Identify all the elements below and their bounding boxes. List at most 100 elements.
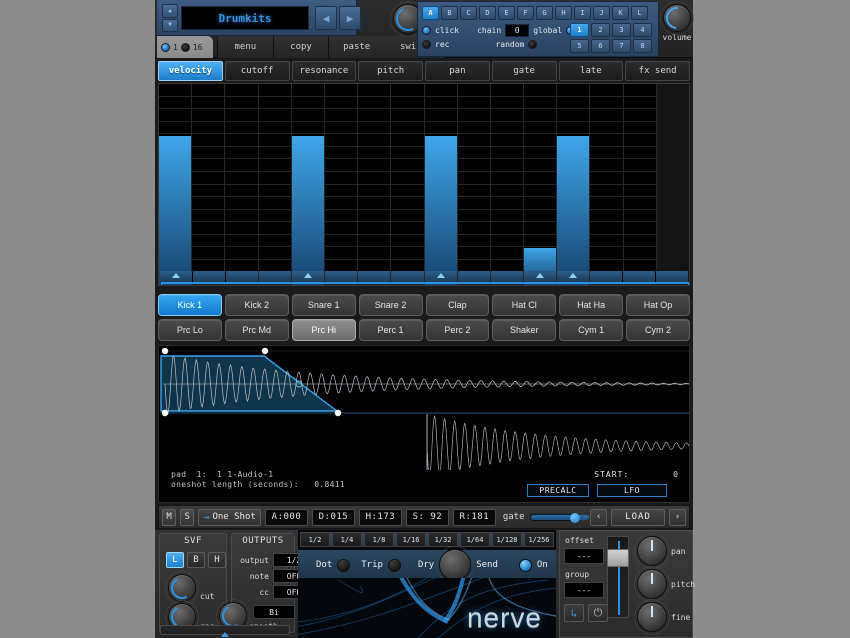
fader-handle[interactable]: [607, 549, 629, 567]
page-1-led-icon[interactable]: [161, 42, 170, 52]
step-column-2[interactable]: [192, 84, 226, 285]
step-columns[interactable]: [159, 84, 689, 285]
spinner-up-icon[interactable]: ▲: [162, 4, 178, 18]
step-column-16[interactable]: [656, 84, 689, 285]
tab-fx-send[interactable]: fx send: [625, 61, 690, 81]
drum-pad-perc-1[interactable]: Perc 1: [358, 319, 423, 341]
start-value[interactable]: 0: [635, 470, 679, 479]
lfo-button[interactable]: LFO: [597, 484, 667, 497]
precalc-button[interactable]: PRECALC: [527, 484, 589, 497]
volume-knob[interactable]: [660, 1, 694, 35]
step-handle-11[interactable]: [490, 271, 523, 282]
step-handle-12[interactable]: [523, 271, 556, 282]
tab-late[interactable]: late: [558, 61, 624, 81]
group-value[interactable]: ---: [564, 582, 604, 598]
pattern-button-j[interactable]: J: [593, 6, 610, 20]
tab-gate[interactable]: gate: [491, 61, 557, 81]
pattern-number-8[interactable]: 8: [633, 39, 652, 53]
tab-pitch[interactable]: pitch: [358, 61, 423, 81]
load-button[interactable]: LOAD: [611, 508, 665, 526]
step-handle-1[interactable]: [160, 271, 193, 282]
sustain-field[interactable]: S: 92: [405, 508, 449, 526]
load-next-button[interactable]: ›: [668, 508, 687, 526]
attack-field[interactable]: A:000: [264, 508, 308, 526]
drum-pad-grid[interactable]: Kick 1 Kick 2 Snare 1 Snare 2 Clap Hat Cl Hat …: [158, 294, 690, 342]
pattern-number-7[interactable]: 7: [612, 39, 631, 53]
dry-send-knob[interactable]: [436, 546, 475, 584]
step-column-15[interactable]: [624, 84, 657, 285]
pitch-knob[interactable]: [634, 566, 670, 602]
on-led-icon[interactable]: [518, 558, 532, 572]
step-handle-4[interactable]: [259, 271, 292, 282]
copy-button[interactable]: copy: [274, 36, 330, 58]
drum-pad-prc-hi[interactable]: Prc Hi: [291, 319, 356, 341]
step-handle-8[interactable]: [391, 271, 424, 282]
gate-slider-handle[interactable]: [570, 512, 581, 523]
horizontal-scrollbar[interactable]: [160, 625, 290, 637]
load-prev-button[interactable]: ‹: [590, 508, 608, 526]
page-16-led-icon[interactable]: [180, 42, 190, 52]
pattern-button-b[interactable]: B: [441, 6, 458, 20]
step-handle-14[interactable]: [589, 271, 622, 282]
paste-button[interactable]: paste: [329, 36, 386, 58]
step-handle-13[interactable]: [556, 271, 589, 282]
menu-button[interactable]: menu: [217, 36, 274, 58]
tab-pan[interactable]: pan: [425, 61, 490, 81]
step-handle-5[interactable]: [292, 271, 325, 282]
page-16-label[interactable]: 16: [193, 43, 203, 52]
step-handle-10[interactable]: [457, 271, 490, 282]
mute-button[interactable]: M: [162, 508, 177, 526]
step-handle-7[interactable]: [358, 271, 391, 282]
waveform-display[interactable]: pad 1: 1 1-Audio-1 oneshot length (secon…: [158, 345, 690, 503]
step-handle-9[interactable]: [424, 271, 457, 282]
pattern-number-2[interactable]: 2: [591, 23, 610, 37]
division-button-1-2[interactable]: 1/2: [300, 532, 330, 547]
drum-pad-prc-md[interactable]: Prc Md: [224, 319, 289, 341]
drum-pad-cym-2[interactable]: Cym 2: [626, 319, 690, 341]
step-column-6[interactable]: [325, 84, 359, 285]
drum-pad-snare-1[interactable]: Snare 1: [291, 294, 356, 316]
random-led-icon[interactable]: [528, 40, 538, 49]
step-handle-strip[interactable]: [159, 271, 689, 282]
division-button-1-8[interactable]: 1/8: [364, 532, 394, 547]
tab-resonance[interactable]: resonance: [291, 61, 357, 81]
chain-value-field[interactable]: 0: [505, 24, 530, 37]
playback-mode-button[interactable]: → One Shot: [198, 508, 261, 526]
cut-knob[interactable]: [165, 571, 199, 605]
step-handle-6[interactable]: [325, 271, 358, 282]
pattern-button-g[interactable]: G: [536, 6, 553, 20]
preset-name-display[interactable]: Drumkits: [181, 6, 309, 30]
division-button-1-128[interactable]: 1/128: [492, 532, 522, 547]
step-column-8[interactable]: [391, 84, 425, 285]
page-1-label[interactable]: 1: [173, 43, 178, 52]
step-column-7[interactable]: [358, 84, 392, 285]
step-handle-16[interactable]: [655, 271, 688, 282]
pattern-button-i[interactable]: I: [574, 6, 591, 20]
step-handle-3[interactable]: [226, 271, 259, 282]
preset-spinner[interactable]: ▲ ▼: [162, 4, 178, 32]
release-field[interactable]: R:181: [452, 508, 496, 526]
drum-pad-prc-lo[interactable]: Prc Lo: [158, 319, 222, 341]
offset-value[interactable]: ---: [564, 548, 604, 564]
pattern-number-1[interactable]: 1: [570, 23, 589, 37]
division-button-1-16[interactable]: 1/16: [396, 532, 426, 547]
step-handle-15[interactable]: [622, 271, 655, 282]
trip-led-icon[interactable]: [387, 558, 401, 572]
step-column-14[interactable]: [590, 84, 624, 285]
smooth-value[interactable]: Bi: [253, 605, 295, 619]
step-bar[interactable]: [291, 136, 324, 285]
pattern-number-3[interactable]: 3: [612, 23, 631, 37]
hold-field[interactable]: H:173: [358, 508, 402, 526]
step-bar[interactable]: [424, 136, 457, 285]
level-fader[interactable]: [607, 536, 629, 618]
svf-bandpass-button[interactable]: B: [187, 552, 205, 568]
power-icon[interactable]: ⏻: [588, 604, 608, 622]
step-sequencer-grid[interactable]: [158, 83, 690, 286]
step-column-1[interactable]: [159, 84, 193, 285]
route-icon[interactable]: ↳: [564, 604, 584, 622]
pattern-button-h[interactable]: H: [555, 6, 572, 20]
step-column-5[interactable]: [291, 84, 325, 285]
drum-pad-hat-ha[interactable]: Hat Ha: [559, 294, 624, 316]
pattern-number-5[interactable]: 5: [570, 39, 589, 53]
decay-field[interactable]: D:015: [311, 508, 355, 526]
